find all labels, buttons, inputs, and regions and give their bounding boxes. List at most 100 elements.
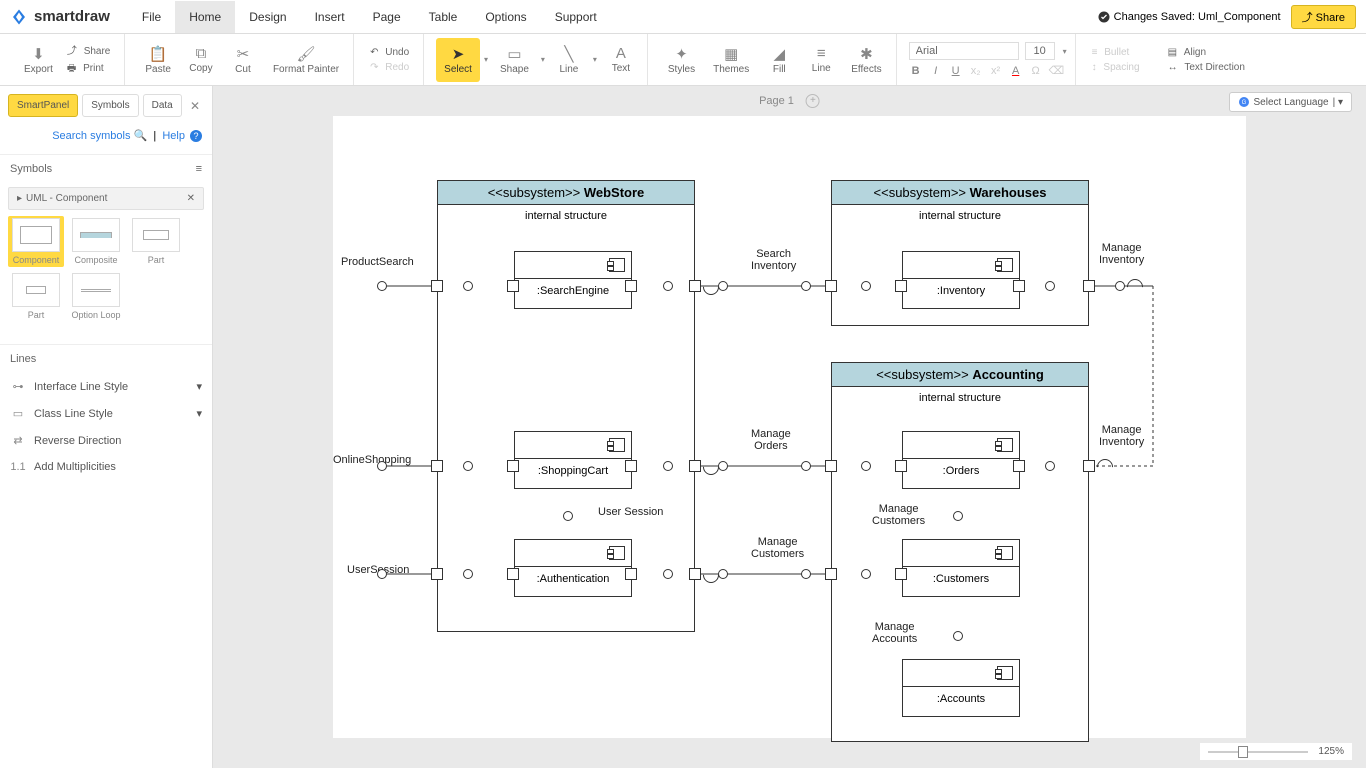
shape-part2[interactable]: Part [8,271,64,322]
port[interactable] [689,460,701,472]
menu-page[interactable]: Page [359,1,415,33]
search-symbols-link[interactable]: Search symbols 🔍 [52,130,147,142]
component-shopping-cart[interactable]: :ShoppingCart [514,431,632,489]
port[interactable] [507,280,519,292]
menu-file[interactable]: File [128,1,175,33]
component-search-engine[interactable]: :SearchEngine [514,251,632,309]
port[interactable] [1083,460,1095,472]
bullet-button[interactable]: ≡ Bullet [1088,46,1148,59]
superscript-button[interactable]: x² [989,65,1003,77]
paper[interactable]: ProductSearch OnlineShopping UserSession… [333,116,1246,738]
port[interactable] [689,568,701,580]
interface-ball[interactable] [801,569,811,579]
effects-button[interactable]: ✱Effects [843,38,889,82]
interface-ball[interactable] [861,281,871,291]
canvas-area[interactable]: Page 1 + G Select Language | ▾ [213,86,1366,768]
menu-support[interactable]: Support [541,1,611,33]
component-orders[interactable]: :Orders [902,431,1020,489]
shape-composite[interactable]: Composite [68,216,124,267]
subsystem-warehouses[interactable]: <<subsystem>> Warehouses internal struct… [831,180,1089,326]
add-page-button[interactable]: + [806,94,820,108]
interface-ball[interactable] [663,569,673,579]
export-button[interactable]: ⬇Export [16,38,61,82]
line-tool-button[interactable]: ╲Line [549,38,589,82]
format-painter-button[interactable]: 🖌Format Painter [265,38,347,82]
interface-socket[interactable] [703,279,717,293]
interface-ball[interactable] [801,461,811,471]
interface-ball[interactable] [861,569,871,579]
tab-smartpanel[interactable]: SmartPanel [8,94,78,117]
font-color-button[interactable]: A [1009,65,1023,77]
panel-close-button[interactable]: ✕ [186,95,204,117]
menu-insert[interactable]: Insert [301,1,359,33]
interface-ball[interactable] [718,461,728,471]
category-close-icon[interactable]: ✕ [187,193,195,204]
subsystem-accounting[interactable]: <<subsystem>> Accounting internal struct… [831,362,1089,742]
component-customers[interactable]: :Customers [902,539,1020,597]
themes-button[interactable]: ▦Themes [705,38,757,82]
menu-table[interactable]: Table [415,1,472,33]
port[interactable] [825,568,837,580]
port[interactable] [625,568,637,580]
cut-button[interactable]: ✂Cut [223,38,263,82]
port[interactable] [825,460,837,472]
port[interactable] [895,568,907,580]
zoom-thumb[interactable] [1238,746,1248,758]
clear-format-button[interactable]: ⌫ [1049,64,1063,77]
paste-button[interactable]: 📋Paste [137,38,179,82]
hamburger-icon[interactable]: ≡ [196,163,202,175]
language-select[interactable]: G Select Language | ▾ [1229,92,1352,112]
component-inventory[interactable]: :Inventory [902,251,1020,309]
class-line-style[interactable]: ▭Class Line Style▾ [0,400,212,427]
line-style-button[interactable]: ≡Line [801,38,841,82]
port[interactable] [431,568,443,580]
port[interactable] [1013,280,1025,292]
interface-ball[interactable] [377,461,387,471]
subscript-button[interactable]: x₂ [969,65,983,77]
port[interactable] [895,460,907,472]
port[interactable] [431,460,443,472]
shape-option-loop[interactable]: Option Loop [68,271,124,322]
port[interactable] [825,280,837,292]
port[interactable] [625,280,637,292]
interface-socket[interactable] [1097,459,1111,473]
shape-dropdown[interactable]: ▾ [539,55,547,64]
reverse-direction[interactable]: ⇄Reverse Direction [0,427,212,454]
interface-ball[interactable] [1045,281,1055,291]
fill-button[interactable]: ◢Fill [759,38,799,82]
spacing-button[interactable]: ↕ Spacing [1088,61,1148,74]
component-accounts[interactable]: :Accounts [902,659,1020,717]
port[interactable] [625,460,637,472]
interface-ball[interactable] [663,281,673,291]
italic-button[interactable]: I [929,65,943,77]
port[interactable] [1083,280,1095,292]
print-button[interactable]: 🖶 Print [63,60,118,79]
port[interactable] [507,460,519,472]
port[interactable] [895,280,907,292]
interface-ball[interactable] [953,631,963,641]
interface-ball[interactable] [718,281,728,291]
copy-button[interactable]: ⧉Copy [181,38,221,82]
interface-ball[interactable] [718,569,728,579]
interface-ball[interactable] [463,569,473,579]
share-button[interactable]: ⤴ Share [1291,5,1356,29]
font-size-input[interactable] [1025,42,1055,60]
redo-button[interactable]: ↷ Redo [366,61,417,74]
align-button[interactable]: ▤ Align [1164,46,1253,59]
menu-options[interactable]: Options [471,1,540,33]
interface-ball[interactable] [1115,281,1125,291]
interface-ball[interactable] [801,281,811,291]
symbol-category[interactable]: ▸ UML - Component✕ [8,187,204,210]
underline-button[interactable]: U [949,65,963,77]
shape-component[interactable]: Component [8,216,64,267]
port[interactable] [431,280,443,292]
undo-button[interactable]: ↶ Undo [366,46,417,59]
select-tool-button[interactable]: ➤Select [436,38,480,82]
interface-socket[interactable] [703,567,717,581]
help-link[interactable]: Help ? [162,130,202,142]
text-tool-button[interactable]: AText [601,38,641,82]
port[interactable] [1013,460,1025,472]
zoom-slider[interactable] [1208,751,1308,753]
component-authentication[interactable]: :Authentication [514,539,632,597]
page-tab-1[interactable]: Page 1 [759,95,794,107]
